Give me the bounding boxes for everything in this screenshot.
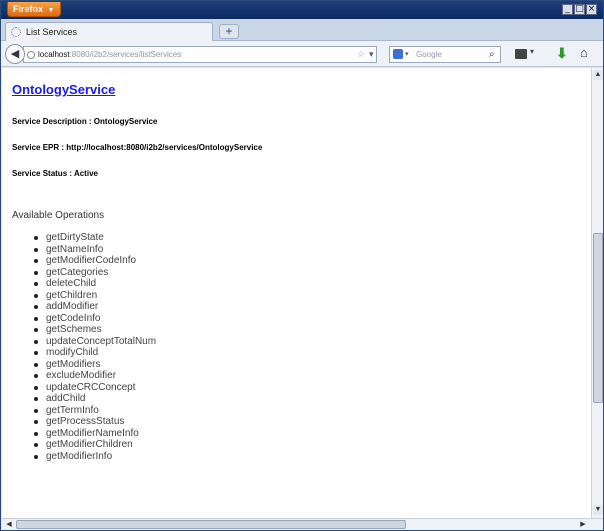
horizontal-scroll-thumb[interactable]	[16, 520, 406, 529]
chevron-down-icon: ▼	[47, 7, 55, 14]
chevron-down-icon[interactable]: ▾	[530, 47, 534, 56]
vertical-scroll-thumb[interactable]	[593, 233, 603, 403]
site-identity-icon[interactable]	[27, 51, 35, 59]
url-bar[interactable]: localhost:8080/i2b2/services/listService…	[23, 46, 377, 63]
operation-item: getCodeInfo	[34, 313, 156, 325]
google-engine-icon[interactable]	[393, 49, 403, 59]
operation-item: getProcessStatus	[34, 416, 156, 428]
service-name-link[interactable]: OntologyService	[12, 82, 115, 97]
operation-item: getDirtyState	[34, 232, 156, 244]
operation-item: getModifierInfo	[34, 451, 156, 463]
service-epr: Service EPR : http://localhost:8080/i2b2…	[12, 143, 263, 152]
chevron-down-icon[interactable]: ▾	[405, 47, 409, 62]
vertical-scrollbar[interactable]: ▲ ▼	[591, 68, 603, 518]
search-input[interactable]: ▾ Google ⌕	[389, 46, 501, 63]
home-icon[interactable]: ⌂	[580, 45, 588, 60]
operation-item: excludeModifier	[34, 370, 156, 382]
operation-item: deleteChild	[34, 278, 156, 290]
back-button[interactable]: ◀	[5, 44, 25, 64]
firefox-menu-button[interactable]: Firefox ▼	[7, 2, 61, 17]
service-description: Service Description : OntologyService	[12, 117, 158, 126]
reload-icon[interactable]: ▾ C	[369, 47, 376, 62]
operation-item: getSchemes	[34, 324, 156, 336]
operation-item: getTermInfo	[34, 405, 156, 417]
operation-item: updateConceptTotalNum	[34, 336, 156, 348]
operation-item: updateCRCConcept	[34, 382, 156, 394]
tab-list-services[interactable]: List Services	[5, 22, 213, 41]
scroll-left-arrow-icon[interactable]: ◀	[4, 520, 14, 530]
tab-strip: List Services +	[1, 19, 603, 41]
operation-item: getModifierNameInfo	[34, 428, 156, 440]
scroll-up-arrow-icon[interactable]: ▲	[593, 70, 603, 80]
bookmark-star-icon[interactable]: ☆	[357, 47, 365, 62]
operations-heading: Available Operations	[12, 210, 105, 221]
browser-window: Firefox ▼ _ □ × List Services + localhos…	[0, 0, 604, 531]
operation-item: getNameInfo	[34, 244, 156, 256]
scroll-down-arrow-icon[interactable]: ▼	[593, 505, 603, 515]
operation-item: getModifierCodeInfo	[34, 255, 156, 267]
operation-item: getModifierChildren	[34, 439, 156, 451]
operation-item: getCategories	[34, 267, 156, 279]
close-button[interactable]: ×	[586, 4, 597, 15]
new-tab-button[interactable]: +	[219, 24, 239, 39]
url-host: localhost	[38, 50, 70, 59]
url-path: :8080/i2b2/services/listServices	[69, 50, 182, 59]
scroll-right-arrow-icon[interactable]: ▶	[578, 520, 588, 530]
minimize-button[interactable]: _	[562, 4, 573, 15]
operation-item: getChildren	[34, 290, 156, 302]
operations-list: getDirtyState getNameInfo getModifierCodeI…	[34, 232, 156, 462]
operation-item: addModifier	[34, 301, 156, 313]
operation-item: getModifiers	[34, 359, 156, 371]
page-content: OntologyService Service Description : On…	[2, 68, 591, 518]
firefox-menu-label: Firefox	[13, 4, 44, 14]
navigation-bar: localhost:8080/i2b2/services/listService…	[1, 41, 603, 67]
bookmarks-icon[interactable]	[515, 49, 527, 59]
back-arrow-icon: ◀	[10, 48, 20, 60]
globe-icon	[11, 27, 21, 37]
service-status: Service Status : Active	[12, 169, 98, 178]
title-bar: Firefox ▼ _ □ ×	[1, 1, 603, 19]
operation-item: modifyChild	[34, 347, 156, 359]
search-placeholder: Google	[416, 50, 442, 59]
maximize-button[interactable]: □	[574, 4, 585, 15]
horizontal-scrollbar[interactable]: ◀ ▶	[2, 518, 603, 530]
tab-label: List Services	[26, 27, 78, 37]
search-icon[interactable]: ⌕	[489, 47, 495, 62]
download-icon[interactable]: ⬇	[556, 45, 568, 62]
operation-item: addChild	[34, 393, 156, 405]
